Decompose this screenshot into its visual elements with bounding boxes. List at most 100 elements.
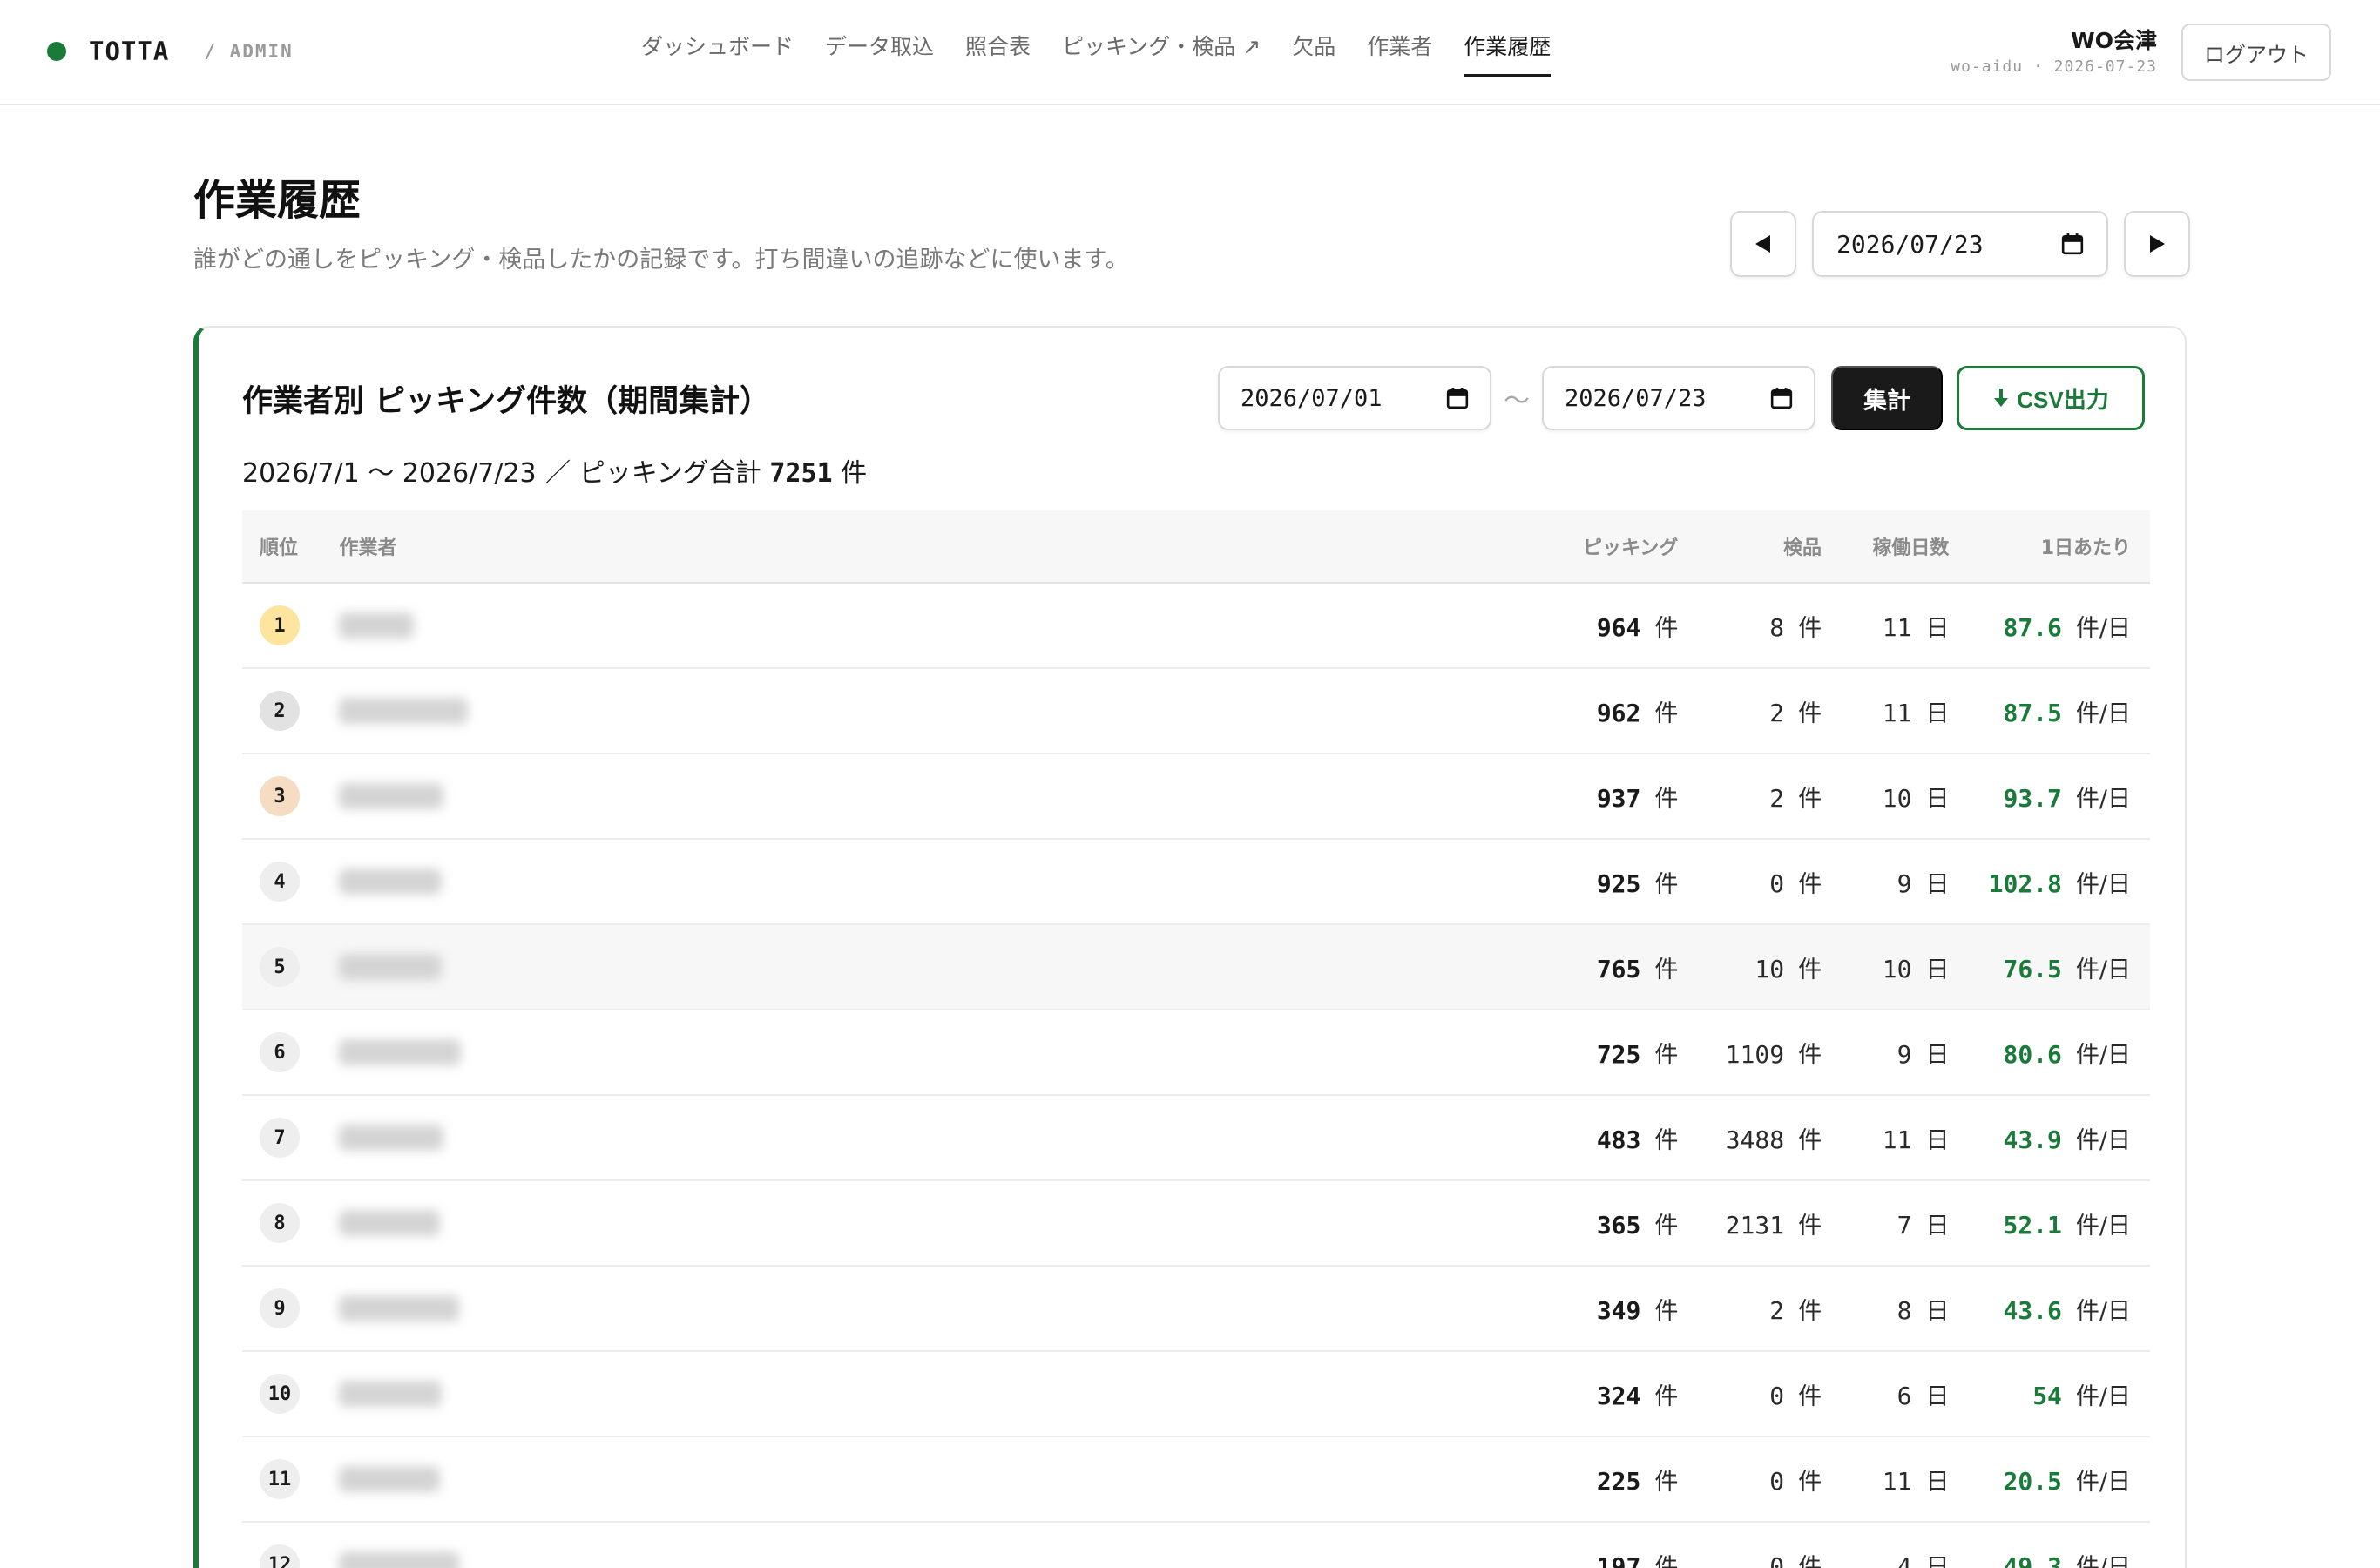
picking-count: 324: [1596, 1381, 1641, 1410]
prev-day-button[interactable]: [1730, 211, 1796, 277]
count-unit: 件: [1654, 1468, 1679, 1496]
to-date-input[interactable]: 2026/07/23: [1542, 366, 1815, 430]
count-unit: 件: [1798, 614, 1822, 642]
csv-export-button[interactable]: CSV出力: [1957, 366, 2145, 430]
top-bar: TOTTA / ADMIN ダッシュボード データ取込 照合表 ピッキング・検品…: [0, 0, 2380, 105]
worker-name-redacted: [339, 1295, 460, 1321]
day-unit: 日: [1925, 1297, 1950, 1325]
picking-count: 483: [1596, 1125, 1641, 1154]
per-day-unit: 件/日: [2075, 1382, 2132, 1410]
table-row[interactable]: 7 483 件 3488 件 11 日 43.9 件/日: [242, 1096, 2150, 1181]
nav-item-reconciliation[interactable]: 照合表: [965, 30, 1031, 77]
days-cell: 8日: [1822, 1292, 1950, 1326]
col-per-day[interactable]: 1日あたり: [1949, 532, 2150, 560]
days-cell: 11 日: [1822, 694, 1950, 728]
inspection-cell: 2件: [1678, 694, 1822, 728]
per-day-rate: 76.5: [2003, 954, 2062, 983]
col-rank[interactable]: 順位: [242, 532, 339, 560]
per-day-rate: 43.6: [2003, 1295, 2062, 1325]
worker-table: 順位 作業者 ピッキング 検品 稼働日数 1日あたり 1 964 件 8 件 11 日 87.…: [242, 510, 2150, 1568]
from-date-input[interactable]: 2026/07/01: [1218, 366, 1491, 430]
per-day-cell: 80.6 件/日: [1949, 1036, 2150, 1070]
picking-count: 365: [1596, 1210, 1641, 1240]
col-worker[interactable]: 作業者: [339, 532, 1319, 560]
col-picking[interactable]: ピッキング: [1320, 532, 1678, 560]
day-unit: 日: [1925, 1553, 1950, 1568]
worker-name-cell: [339, 1551, 1319, 1568]
calendar-icon[interactable]: [1770, 387, 1793, 409]
inspection-count: 1109: [1725, 1039, 1785, 1069]
per-day-cell: 87.6 件/日: [1949, 609, 2150, 643]
next-day-button[interactable]: [2124, 211, 2190, 277]
date-input-value: 2026/07/23: [1836, 229, 1984, 259]
count-unit: 件: [1654, 956, 1679, 983]
count-unit: 件: [1798, 1382, 1822, 1410]
period-controls: 2026/07/01 〜 2026/07/23 集計 CSV出力: [1218, 366, 2145, 430]
day-unit: 日: [1925, 1041, 1950, 1069]
nav-item-dashboard[interactable]: ダッシュボード: [641, 30, 794, 77]
logout-button[interactable]: ログアウト: [2181, 24, 2331, 81]
picking-count: 725: [1596, 1039, 1641, 1069]
per-day-cell: 49.3 件/日: [1949, 1548, 2150, 1568]
per-day-cell: 102.8 件/日: [1949, 865, 2150, 899]
per-day-unit: 件/日: [2075, 700, 2132, 727]
date-navigator: 2026/07/23: [1730, 211, 2190, 277]
nav-item-workers[interactable]: 作業者: [1367, 30, 1432, 77]
calendar-icon[interactable]: [1446, 387, 1469, 409]
days-cell: 11 日: [1822, 1463, 1950, 1497]
per-day-unit: 件/日: [2075, 1126, 2132, 1154]
table-row[interactable]: 9 349 件 2 件 8 日 43.6 件/日: [242, 1267, 2150, 1352]
col-days[interactable]: 稼働日数: [1822, 532, 1949, 560]
rank-badge: 7: [260, 1118, 300, 1158]
brand-name: TOTTA: [89, 37, 170, 66]
nav-item-data-import[interactable]: データ取込: [825, 30, 934, 77]
col-inspection[interactable]: 検品: [1678, 532, 1822, 560]
table-row[interactable]: 12 197 件 0 件 4 日 49.3 件/日: [242, 1523, 2150, 1568]
calendar-icon[interactable]: [2061, 233, 2084, 255]
day-unit: 日: [1925, 614, 1950, 642]
worker-name-redacted: [339, 612, 415, 639]
table-row[interactable]: 8 365 件 2131 件 7 日 52.1 件/日: [242, 1181, 2150, 1267]
date-input[interactable]: 2026/07/23: [1812, 211, 2108, 277]
days-cell: 9日: [1822, 865, 1950, 899]
period-summary: 2026/7/1 〜 2026/7/23 ／ ピッキング合計 7251 件: [242, 451, 867, 490]
per-day-unit: 件/日: [2075, 614, 2132, 642]
count-unit: 件: [1798, 1212, 1822, 1240]
per-day-cell: 54 件/日: [1949, 1377, 2150, 1411]
working-days: 8: [1897, 1295, 1912, 1325]
inspection-count: 10: [1755, 954, 1785, 983]
rank-cell: 7: [242, 1118, 339, 1158]
aggregate-button[interactable]: 集計: [1831, 366, 1943, 430]
page-subtitle: 誰がどの通しをピッキング・検品したかの記録です。打ち間違いの追跡などに使います。: [193, 247, 1129, 274]
inspection-count: 8: [1769, 612, 1785, 642]
table-row[interactable]: 1 964 件 8 件 11 日 87.6 件/日: [242, 584, 2150, 669]
working-days: 10: [1882, 954, 1912, 983]
days-cell: 9日: [1822, 1036, 1950, 1070]
rank-cell: 10: [242, 1374, 339, 1414]
nav-item-picking-inspection[interactable]: ピッキング・検品 ↗: [1062, 30, 1261, 77]
brand[interactable]: TOTTA / ADMIN: [47, 35, 294, 68]
table-row[interactable]: 6 725 件 1109 件 9 日 80.6 件/日: [242, 1010, 2150, 1096]
working-days: 9: [1897, 868, 1912, 898]
per-day-rate: 87.5: [2003, 698, 2062, 727]
inspection-cell: 0件: [1678, 1463, 1822, 1497]
table-row[interactable]: 10 324 件 0 件 6 日 54 件/日: [242, 1352, 2150, 1437]
table-row[interactable]: 11 225 件 0 件 11 日 20.5 件/日: [242, 1437, 2150, 1523]
per-day-rate: 20.5: [2003, 1466, 2062, 1496]
table-row[interactable]: 3 937 件 2 件 10 日 93.7 件/日: [242, 754, 2150, 840]
table-row[interactable]: 2 962 件 2 件 11 日 87.5 件/日: [242, 669, 2150, 754]
card-title: 作業者別 ピッキング件数（期間集計）: [242, 384, 771, 419]
picking-cell: 937 件: [1320, 780, 1679, 814]
per-day-unit: 件/日: [2075, 1297, 2132, 1325]
nav-item-shortage[interactable]: 欠品: [1292, 30, 1335, 77]
days-cell: 4日: [1822, 1548, 1950, 1568]
day-unit: 日: [1925, 700, 1950, 727]
per-day-rate: 43.9: [2003, 1125, 2062, 1154]
table-row[interactable]: 4 925 件 0 件 9 日 102.8 件/日: [242, 840, 2150, 925]
nav-item-work-history[interactable]: 作業履歴: [1464, 30, 1552, 77]
worker-name-redacted: [339, 1381, 443, 1407]
inspection-cell: 8件: [1678, 609, 1822, 643]
user-sub: wo-aidu · 2026-07-23: [1951, 57, 2157, 76]
table-row[interactable]: 5 765 件 10 件 10 日 76.5 件/日: [242, 925, 2150, 1010]
days-cell: 11 日: [1822, 609, 1950, 643]
